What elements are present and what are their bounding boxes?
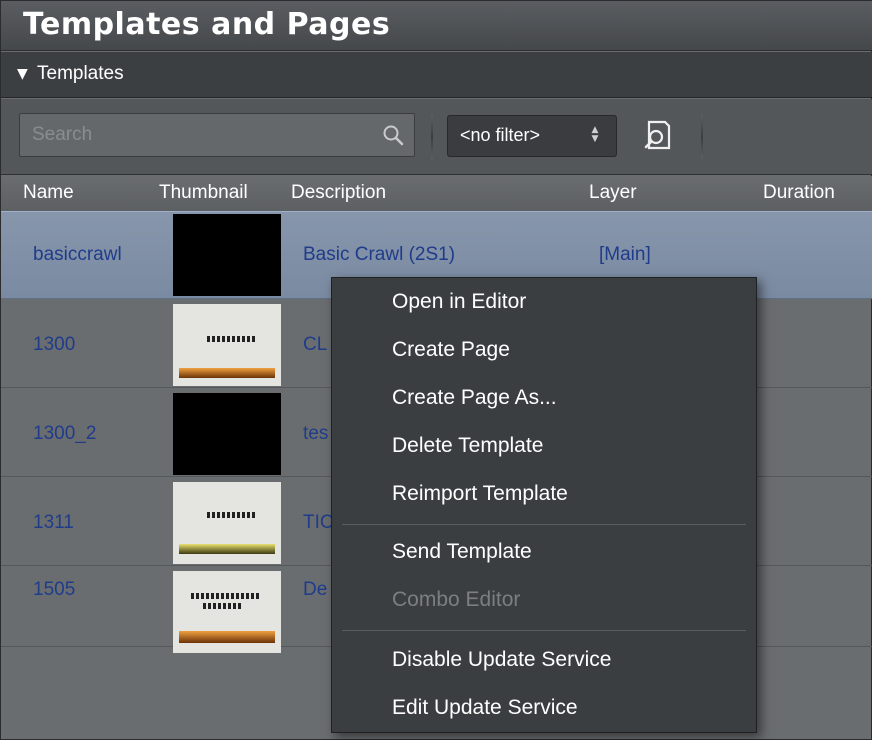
template-thumbnail bbox=[173, 571, 281, 653]
column-header-description[interactable]: Description bbox=[291, 182, 386, 204]
filter-dropdown[interactable]: <no filter> ▲ ▼ bbox=[447, 115, 617, 157]
menu-separator bbox=[342, 630, 746, 631]
toolbar-divider bbox=[701, 115, 703, 159]
template-name: 1505 bbox=[33, 579, 76, 600]
menu-item-reimport-template[interactable]: Reimport Template bbox=[392, 474, 568, 514]
menu-item-disable-update-service[interactable]: Disable Update Service bbox=[392, 640, 611, 680]
template-name: 1300 bbox=[33, 334, 76, 355]
menu-item-combo-editor: Combo Editor bbox=[392, 588, 521, 611]
template-description: TIC bbox=[303, 512, 334, 533]
menu-item-edit-update-service[interactable]: Edit Update Service bbox=[392, 688, 578, 728]
menu-item-open-in-editor[interactable]: Open in Editor bbox=[392, 282, 526, 322]
search-icon[interactable] bbox=[382, 124, 404, 146]
column-header-name[interactable]: Name bbox=[23, 182, 74, 204]
column-header-duration[interactable]: Duration bbox=[763, 182, 835, 204]
templates-section-header[interactable]: ▼ Templates bbox=[1, 52, 872, 98]
template-thumbnail bbox=[173, 304, 281, 386]
template-name: 1300_2 bbox=[33, 423, 97, 444]
template-description: De bbox=[303, 579, 328, 600]
menu-item-delete-template[interactable]: Delete Template bbox=[392, 426, 543, 466]
menu-item-create-page[interactable]: Create Page bbox=[392, 330, 510, 370]
panel-title-bar: Templates and Pages bbox=[1, 1, 872, 51]
toolbar-divider bbox=[431, 115, 433, 159]
search-box[interactable] bbox=[19, 113, 415, 157]
template-layer: [Main] bbox=[599, 244, 651, 265]
template-thumbnail bbox=[173, 214, 281, 296]
menu-item-create-page-as[interactable]: Create Page As... bbox=[392, 378, 557, 418]
column-header-thumbnail[interactable]: Thumbnail bbox=[159, 182, 248, 204]
menu-item-send-template[interactable]: Send Template bbox=[392, 532, 532, 572]
menu-separator bbox=[342, 524, 746, 525]
filter-value: <no filter> bbox=[460, 125, 541, 145]
template-description: tes bbox=[303, 423, 329, 444]
dropdown-stepper-icon: ▲ ▼ bbox=[591, 125, 599, 144]
templates-and-pages-panel: Templates and Pages ▼ Templates <no filt… bbox=[0, 0, 872, 740]
find-template-button[interactable] bbox=[635, 115, 679, 157]
collapse-triangle-icon[interactable]: ▼ bbox=[17, 67, 31, 81]
section-label: Templates bbox=[37, 63, 124, 84]
find-template-icon bbox=[644, 120, 671, 150]
table-header: Name Thumbnail Description Layer Duratio… bbox=[1, 176, 872, 212]
template-name: basiccrawl bbox=[33, 244, 122, 265]
panel-title: Templates and Pages bbox=[23, 7, 391, 42]
template-thumbnail bbox=[173, 482, 281, 564]
template-thumbnail bbox=[173, 393, 281, 475]
template-name: 1311 bbox=[33, 512, 74, 533]
template-description: Basic Crawl (2S1) bbox=[303, 244, 456, 265]
template-description: CL bbox=[303, 334, 328, 355]
column-header-layer[interactable]: Layer bbox=[589, 182, 637, 204]
context-menu: Open in Editor Create Page Create Page A… bbox=[331, 277, 757, 733]
search-input[interactable] bbox=[32, 114, 372, 156]
